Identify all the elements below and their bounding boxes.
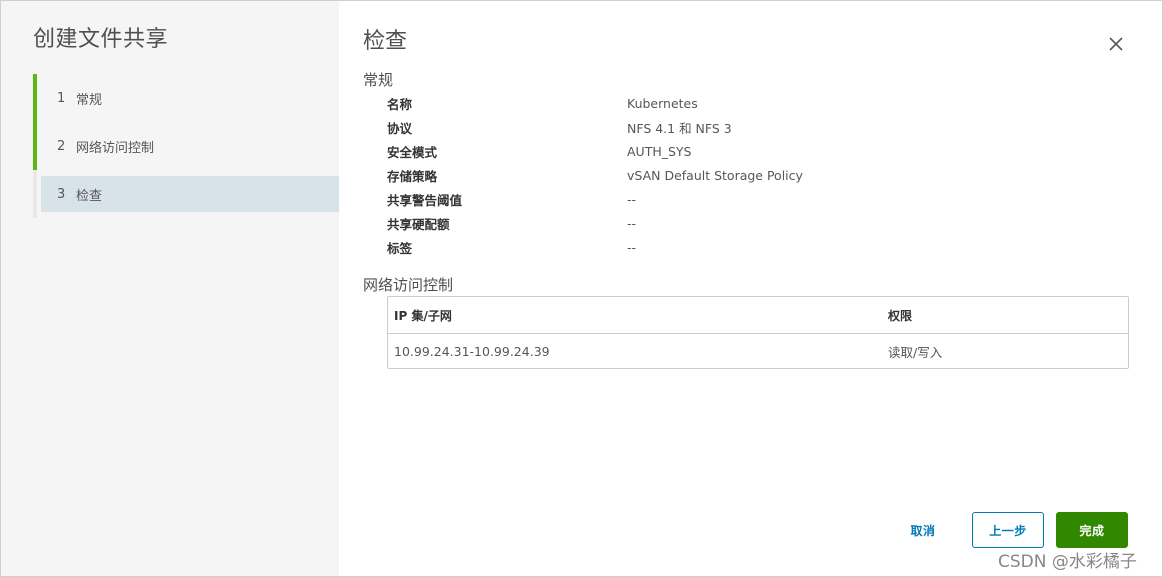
step-label: 网络访问控制 [76,140,155,156]
network-access-section-title: 网络访问控制 [363,276,454,294]
property-row-warning-threshold: 共享警告阈值 -- [387,187,1107,211]
wizard-nav: 创建文件共享 1 常规 2 网络访问控制 3 检查 [1,1,339,576]
cell-ip-range: 10.99.24.31-10.99.24.39 [394,344,550,359]
step-label: 检查 [76,188,103,204]
column-header-ip-subnet[interactable]: IP 集/子网 [388,307,888,324]
grid-header: IP 集/子网 权限 [388,297,1128,334]
page-title: 检查 [363,29,408,54]
property-row-security-mode: 安全模式 AUTH_SYS [387,139,1107,163]
step-number: 2 [57,138,66,154]
back-button[interactable]: 上一步 [972,512,1044,548]
step-number: 1 [57,90,66,106]
property-value: -- [627,215,637,231]
property-key: 标签 [387,240,413,256]
close-icon [1109,37,1123,51]
step-label: 常规 [76,92,103,108]
cell-permission: 读取/写入 [888,345,943,360]
network-access-grid: IP 集/子网 权限 10.99.24.31-10.99.24.39 读取/写入 [387,296,1129,369]
property-key: 名称 [387,96,413,112]
property-value: NFS 4.1 和 NFS 3 [627,120,732,136]
property-key: 存储策略 [387,168,438,184]
general-properties: 名称 Kubernetes 协议 NFS 4.1 和 NFS 3 安全模式 AU… [387,91,1107,259]
close-button[interactable] [1105,33,1127,55]
property-value: -- [627,239,637,255]
property-value: vSAN Default Storage Policy [627,167,803,183]
wizard-step-review[interactable]: 3 检查 [33,170,339,218]
property-row-storage-policy: 存储策略 vSAN Default Storage Policy [387,163,1107,187]
cancel-button[interactable]: 取消 [895,512,951,548]
property-key: 共享警告阈值 [387,192,463,208]
property-key: 共享硬配额 [387,216,450,232]
column-header-permission[interactable]: 权限 [888,307,912,324]
property-row-labels: 标签 -- [387,235,1107,259]
wizard-step-general[interactable]: 1 常规 [33,74,339,122]
property-row-protocol: 协议 NFS 4.1 和 NFS 3 [387,115,1107,139]
wizard-title: 创建文件共享 [33,27,169,52]
finish-button[interactable]: 完成 [1056,512,1128,548]
create-file-share-dialog: 创建文件共享 1 常规 2 网络访问控制 3 检查 检查 常规 名称 Kuber… [0,0,1163,577]
wizard-footer: 取消 上一步 完成 [339,512,1162,548]
property-value: -- [627,191,637,207]
property-key: 安全模式 [387,144,438,160]
table-row: 10.99.24.31-10.99.24.39 读取/写入 [388,334,1128,369]
wizard-content: 检查 常规 名称 Kubernetes 协议 NFS 4.1 和 NFS 3 安… [339,1,1162,576]
wizard-step-network-access[interactable]: 2 网络访问控制 [33,122,339,170]
property-key: 协议 [387,120,413,136]
property-row-hard-quota: 共享硬配额 -- [387,211,1107,235]
general-section-title: 常规 [363,71,394,89]
property-value: AUTH_SYS [627,143,692,159]
wizard-steps: 1 常规 2 网络访问控制 3 检查 [33,74,339,218]
property-value: Kubernetes [627,95,698,111]
step-number: 3 [57,186,66,202]
property-row-name: 名称 Kubernetes [387,91,1107,115]
